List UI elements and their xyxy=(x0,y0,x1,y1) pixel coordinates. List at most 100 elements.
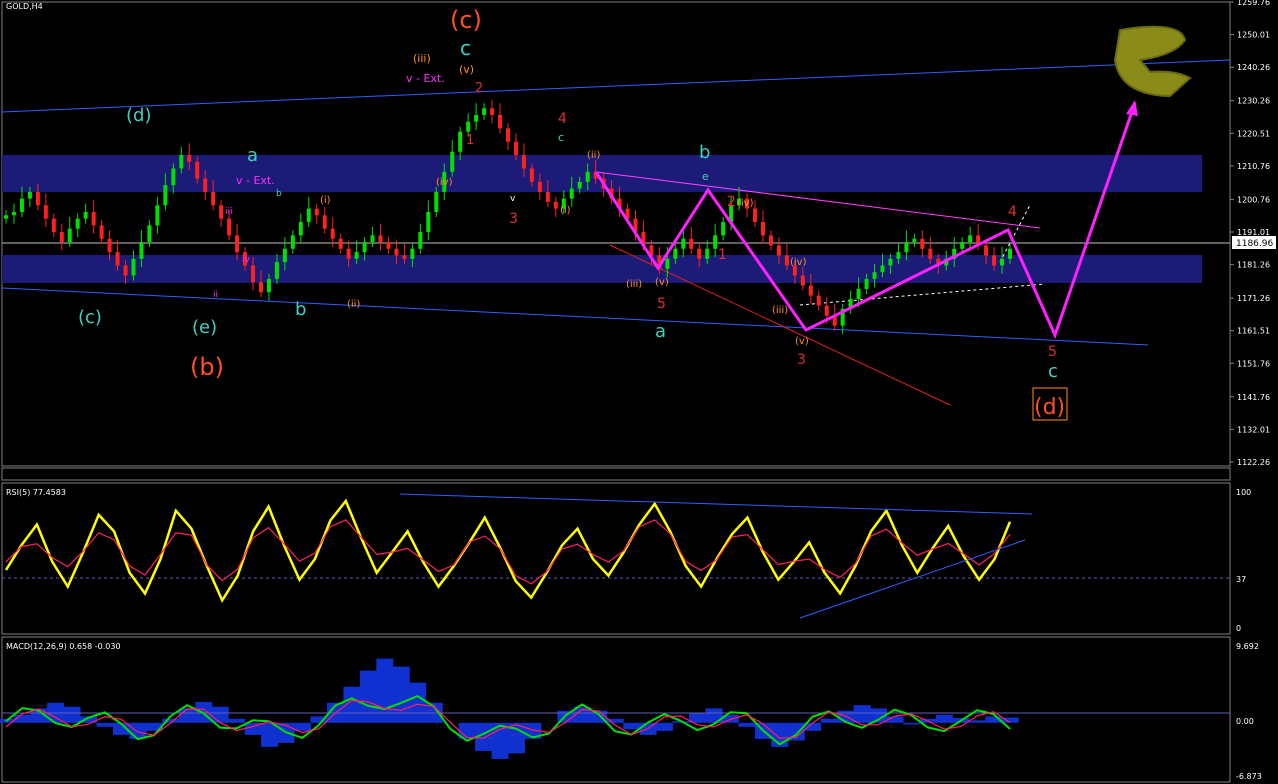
candle-body xyxy=(521,155,526,169)
macd-bar xyxy=(623,722,641,730)
macd-tick-high: 9.692 xyxy=(1236,642,1259,651)
candle-body xyxy=(235,235,240,253)
candle-body xyxy=(338,238,343,249)
wave-label-iv-small: iv xyxy=(242,255,251,265)
wave-label-4-mid: 4 xyxy=(558,111,567,127)
candle-body xyxy=(808,285,813,296)
candle-body xyxy=(665,258,670,269)
candle-body xyxy=(4,215,8,219)
candle-body xyxy=(187,155,192,162)
wave-label-iii-top: (iii) xyxy=(413,52,431,65)
candle-body xyxy=(314,208,319,216)
wave-label-b: (b) xyxy=(190,353,224,381)
candle-body xyxy=(386,242,391,249)
candle-body xyxy=(59,232,64,243)
candle-body xyxy=(498,114,503,129)
price-tick-label: 1210.76 xyxy=(1237,162,1270,171)
wave-label-v-ext-top: v - Ext. xyxy=(406,72,445,85)
wave-label-c-left: (c) xyxy=(78,307,102,328)
candle-body xyxy=(513,141,518,156)
candle-body xyxy=(537,181,542,192)
candle-body xyxy=(800,275,805,286)
candle-body xyxy=(258,282,263,293)
macd-bar xyxy=(409,682,427,723)
candle-body xyxy=(306,208,311,222)
wave-label-b-big: b xyxy=(699,142,710,163)
candle-body xyxy=(864,278,869,289)
candle-body xyxy=(904,242,909,253)
wave-label-paren-c-top: (c) xyxy=(450,6,482,34)
candle-body xyxy=(458,131,463,152)
candle-body xyxy=(856,288,861,299)
wave-label-5-mid: 5 xyxy=(657,296,666,312)
price-tick-label: 1220.51 xyxy=(1237,129,1270,138)
candle-body xyxy=(179,155,184,169)
macd-bar xyxy=(96,722,114,727)
candle-body xyxy=(569,188,574,199)
candle-body xyxy=(274,262,279,279)
wave-label-v-top: (v) xyxy=(459,63,474,76)
wave-label-iv-left: (iv) xyxy=(737,198,754,209)
candles-group xyxy=(4,99,1012,335)
candle-body xyxy=(11,211,16,216)
candle-body xyxy=(585,171,590,182)
wave-label-1-top: 1 xyxy=(466,133,474,148)
candle-body xyxy=(968,235,973,243)
rsi-line xyxy=(4,498,1012,604)
candle-body xyxy=(474,114,479,122)
rsi-signal-line xyxy=(5,519,1011,585)
candle-body xyxy=(107,238,112,253)
rsi-tick-0: 0 xyxy=(1236,624,1241,633)
candle-body xyxy=(354,252,359,259)
candle-body xyxy=(322,215,327,229)
wave-label-iv-mid: (iv) xyxy=(436,177,453,188)
candle-body xyxy=(689,238,694,249)
chart-canvas: 1259.761250.011240.261230.261220.511210.… xyxy=(0,0,1276,783)
macd-bar xyxy=(903,722,920,725)
wave-label-iv-low: (iv) xyxy=(790,257,807,268)
candle-body xyxy=(362,242,367,253)
candle-body xyxy=(91,211,96,226)
wave-label-iii-mid: (iii) xyxy=(626,279,642,290)
candle-body xyxy=(298,221,303,236)
candle-body xyxy=(577,181,582,189)
candle-body xyxy=(482,108,487,115)
macd-bar xyxy=(359,670,377,723)
candle-body xyxy=(27,191,32,199)
candle-body xyxy=(203,178,208,192)
candle-body xyxy=(705,248,710,259)
candle-body xyxy=(51,218,56,233)
wave-label-d: (d) xyxy=(126,105,151,126)
candle-body xyxy=(992,255,997,266)
candle-body xyxy=(227,218,232,236)
candle-body xyxy=(713,235,718,249)
wave-label-v-low: (v) xyxy=(795,336,809,347)
macd-bar xyxy=(63,706,81,723)
candle-body xyxy=(920,238,925,249)
candle-body xyxy=(290,235,295,249)
candle-body xyxy=(721,221,726,236)
price-tick-label: 1250.01 xyxy=(1237,31,1270,40)
wave-label-ii-small: ii xyxy=(213,290,218,300)
wave-label-v-small: v xyxy=(510,194,516,204)
lower-channel-line xyxy=(1,287,1149,346)
macd-bar xyxy=(211,706,229,723)
candle-body xyxy=(880,265,885,273)
macd-bar xyxy=(228,718,246,723)
wave-label-1-mid: 1 xyxy=(718,247,727,263)
candle-body xyxy=(115,252,120,266)
macd-bar xyxy=(178,708,196,723)
candle-body xyxy=(888,258,893,266)
candle-body xyxy=(195,161,200,179)
candle-body xyxy=(394,248,399,256)
candle-body xyxy=(545,191,550,202)
price-tick-label: 1191.01 xyxy=(1237,228,1270,237)
candle-body xyxy=(928,248,933,259)
candle-body xyxy=(760,221,765,236)
macd-bar xyxy=(968,720,986,723)
wave-label-i-mid: (i) xyxy=(560,205,571,216)
candle-body xyxy=(872,272,877,279)
rsi-trend-line xyxy=(399,493,1033,515)
candle-body xyxy=(131,258,136,276)
rsi-tick-100: 100 xyxy=(1236,488,1251,497)
